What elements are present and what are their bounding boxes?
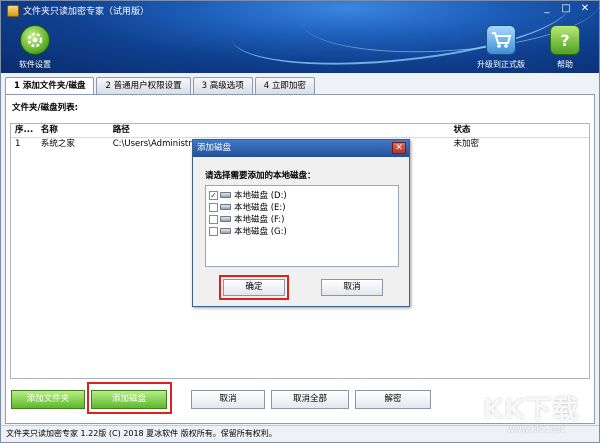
tab-advanced-options[interactable]: 3 高级选项 <box>192 77 253 94</box>
tab-bar: 1 添加文件夹/磁盘 2 普通用户权限设置 3 高级选项 4 立即加密 <box>5 77 317 95</box>
app-window: 文件夹只读加密专家（试用版） _ □ ✕ 软件设置 升级到正式版 ? 帮助 1 … <box>0 0 600 443</box>
watermark-url: www.kkx.net <box>507 425 565 435</box>
disk-icon <box>220 204 231 210</box>
header-status[interactable]: 状态 <box>449 124 589 137</box>
help-button[interactable]: ? 帮助 <box>535 25 595 70</box>
add-disk-highlight <box>87 382 172 414</box>
row-name: 系统之家 <box>40 139 75 149</box>
drive-list[interactable]: ✓ 本地磁盘 (D:) 本地磁盘 (E:) 本地磁盘 (F:) 本地磁盘 (G:… <box>205 185 399 267</box>
drive-item[interactable]: 本地磁盘 (E:) <box>209 201 395 213</box>
ok-button-highlight <box>219 275 289 300</box>
cancel-all-button[interactable]: 取消全部 <box>271 390 349 409</box>
encrypt-button[interactable]: 解密 <box>355 390 431 409</box>
app-icon <box>7 4 19 17</box>
header-index[interactable]: 序... <box>11 124 37 137</box>
tab-encrypt-now[interactable]: 4 立即加密 <box>254 77 315 94</box>
close-button[interactable]: ✕ <box>577 3 593 16</box>
dialog-title: 添加磁盘 <box>197 143 232 153</box>
tab-add-folder[interactable]: 1 添加文件夹/磁盘 <box>5 77 95 95</box>
dialog-cancel-button[interactable]: 取消 <box>321 279 383 296</box>
disk-icon <box>220 192 231 198</box>
minimize-button[interactable]: _ <box>539 3 555 16</box>
drive-label: 本地磁盘 (D:) <box>234 191 287 201</box>
add-disk-dialog: 添加磁盘 ✕ 请选择需要添加的本地磁盘： ✓ 本地磁盘 (D:) 本地磁盘 (E… <box>192 139 410 307</box>
row-status: 未加密 <box>453 139 479 149</box>
maximize-button[interactable]: □ <box>558 3 574 16</box>
settings-button[interactable]: 软件设置 <box>5 25 65 70</box>
drive-item[interactable]: 本地磁盘 (F:) <box>209 213 395 225</box>
header-banner: 文件夹只读加密专家（试用版） _ □ ✕ 软件设置 升级到正式版 ? 帮助 <box>1 1 599 73</box>
settings-label: 软件设置 <box>19 60 51 69</box>
drive-label: 本地磁盘 (E:) <box>234 203 286 213</box>
window-title-text: 文件夹只读加密专家（试用版） <box>23 7 150 17</box>
drive-checkbox[interactable] <box>209 202 218 212</box>
drive-item[interactable]: ✓ 本地磁盘 (D:) <box>209 189 395 201</box>
disk-icon <box>220 216 231 222</box>
drive-label: 本地磁盘 (G:) <box>234 227 287 237</box>
add-folder-button[interactable]: 添加文件夹 <box>11 390 85 409</box>
window-controls: _ □ ✕ <box>536 3 593 16</box>
dialog-close-button[interactable]: ✕ <box>392 142 406 154</box>
drive-label: 本地磁盘 (F:) <box>234 215 285 225</box>
help-label: 帮助 <box>557 60 573 69</box>
watermark-logo: KK下载 <box>483 395 580 425</box>
header-path[interactable]: 路径 <box>109 124 450 137</box>
drive-checkbox[interactable] <box>209 214 218 224</box>
drive-item[interactable]: 本地磁盘 (G:) <box>209 225 395 237</box>
list-header: 序... 名称 路径 状态 <box>11 124 589 138</box>
cancel-button[interactable]: 取消 <box>191 390 265 409</box>
header-name[interactable]: 名称 <box>37 124 109 137</box>
drive-checkbox[interactable]: ✓ <box>209 190 218 200</box>
dialog-title-bar: 添加磁盘 ✕ <box>193 140 409 157</box>
upgrade-button[interactable]: 升级到正式版 <box>471 25 531 70</box>
list-label: 文件夹/磁盘列表: <box>12 103 79 113</box>
drive-checkbox[interactable] <box>209 226 218 236</box>
upgrade-label: 升级到正式版 <box>477 60 525 69</box>
watermark: KK下载 www.kkx.net <box>479 389 595 441</box>
row-index: 1 <box>15 139 21 149</box>
help-icon: ? <box>550 25 580 55</box>
window-title: 文件夹只读加密专家（试用版） <box>7 4 149 17</box>
disk-icon <box>220 228 231 234</box>
tab-user-permissions[interactable]: 2 普通用户权限设置 <box>96 77 191 94</box>
dialog-prompt: 请选择需要添加的本地磁盘： <box>205 171 316 181</box>
gear-icon <box>20 25 50 55</box>
cart-icon <box>486 25 516 55</box>
